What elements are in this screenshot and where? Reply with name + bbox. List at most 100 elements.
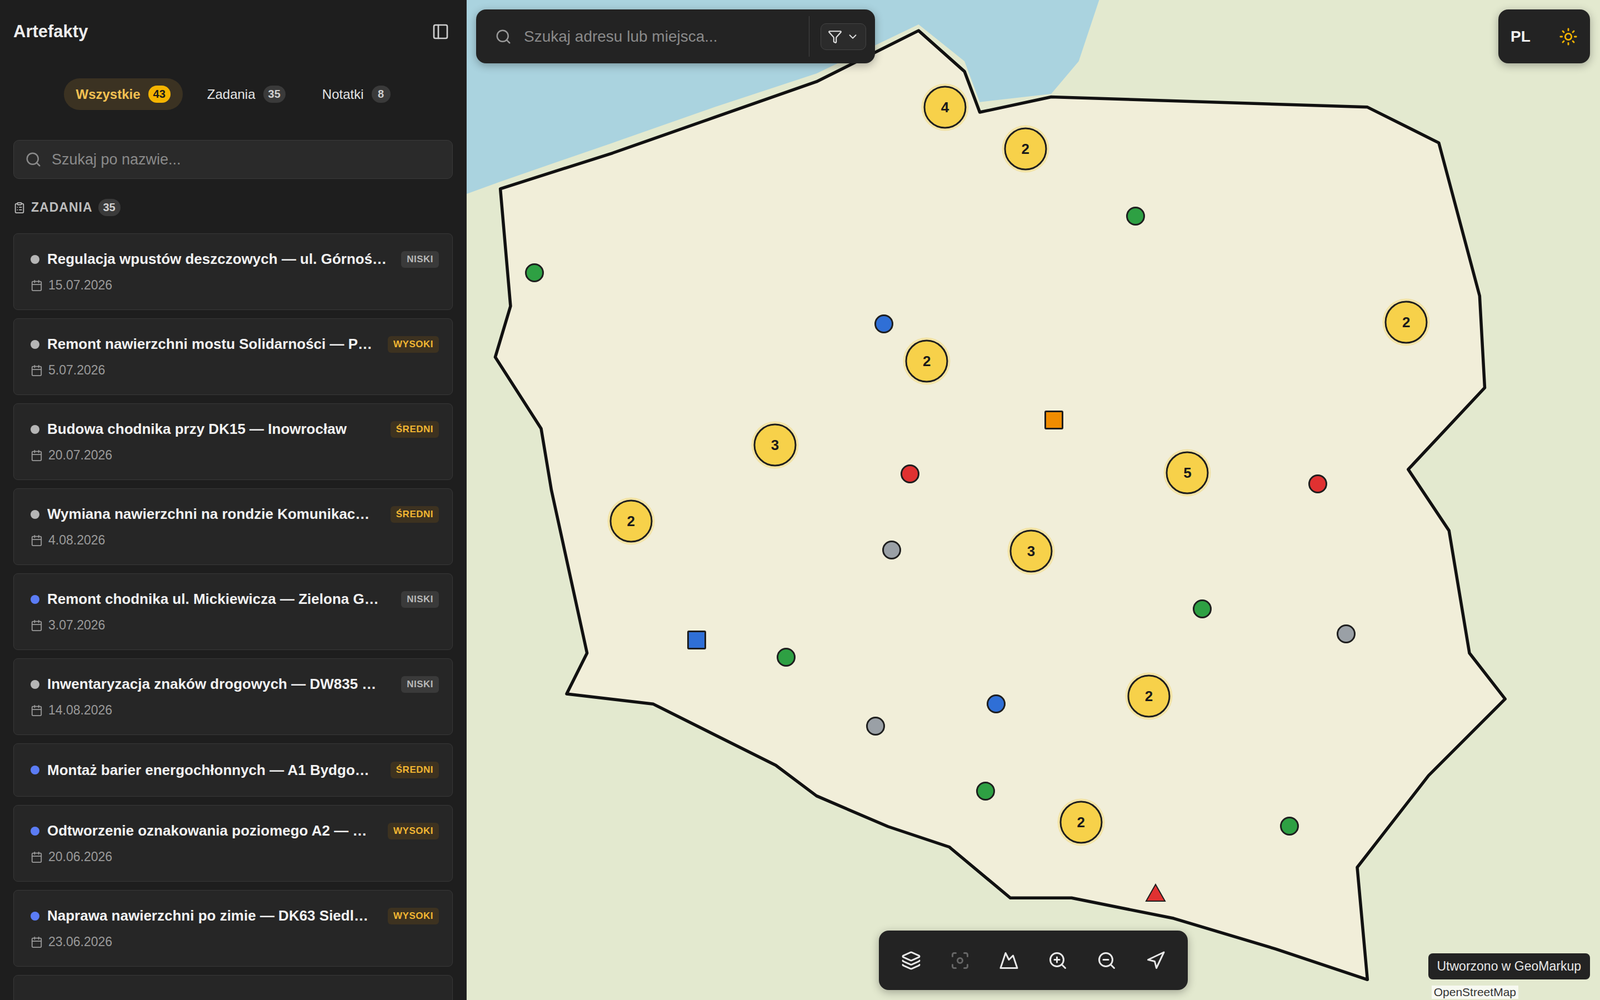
triangle-marker-icon [1145,883,1167,903]
marker-cluster[interactable]: 2 [1003,127,1047,171]
marker-cluster[interactable]: 4 [923,85,967,129]
map-marker[interactable] [1192,599,1212,619]
map-marker[interactable] [525,263,544,283]
marker-cluster[interactable]: 2 [1385,300,1428,344]
task-date-text: 15.07.2026 [48,277,113,293]
task-date: 14.08.2026 [30,702,439,718]
cluster-count: 3 [753,423,797,467]
map-marker[interactable] [1336,624,1356,644]
marker-shape [866,716,885,736]
task-date: 15.07.2026 [30,277,439,293]
map-marker[interactable] [776,647,796,667]
marker-cluster[interactable]: 3 [1009,529,1053,573]
map-marker[interactable] [882,540,902,560]
map-marker[interactable] [976,781,995,801]
task-card[interactable]: Remont nawierzchni mostu Solidarności — … [13,318,453,395]
toolbar-button[interactable] [988,940,1029,981]
map-marker[interactable] [900,464,920,484]
section-count: 35 [98,198,121,217]
toolbar-button[interactable] [1135,940,1176,981]
marker-cluster[interactable]: 2 [609,499,653,543]
map-marker[interactable] [1308,474,1328,494]
collapse-button[interactable] [428,19,453,44]
tab-label: Wszystkie [76,86,141,103]
task-title: Inwentaryzacja znaków drogowych — DW835 … [47,675,394,693]
language-button[interactable]: PL [1510,27,1531,46]
marker-shape [1280,816,1299,836]
name-search-input[interactable] [50,150,442,169]
toolbar-button[interactable] [1086,940,1127,981]
map[interactable]: 4223253222PLUtworzono w GeoMarkupOpenStr… [466,0,1600,1000]
tab-label: Notatki [322,86,364,103]
cluster-count: 5 [1166,451,1209,495]
task-card[interactable]: Remont chodnika ul. Mickiewicza — Zielon… [13,573,453,650]
task-date: 5.07.2026 [30,362,439,378]
task-title-row: Montaż barier energochłonnych — A1 Bydgo… [30,761,439,779]
section-header: ZADANIA35 [13,198,453,217]
clipboard-icon [13,201,26,214]
map-marker[interactable] [986,694,1006,714]
map-marker[interactable] [1145,883,1167,903]
task-card[interactable]: Wymiana nawierzchni na rondzie Komunikac… [13,488,453,565]
language-theme-box: PL [1498,9,1590,64]
task-card[interactable]: Naprawa nawierzchni po zimie — DK63 Sied… [13,890,453,967]
map-credit[interactable]: OpenStreetMap [1431,985,1519,999]
task-title-row: Remont chodnika ul. Mickiewicza — Zielon… [30,590,439,608]
task-date-text: 14.08.2026 [48,702,113,718]
tab-label: Zadania [207,86,256,103]
task-card[interactable]: Montaż barier energochłonnych — A1 Bydgo… [13,743,453,797]
task-title-row: Odtworzenie oznakowania poziomego A2 — …… [30,822,439,840]
calendar-icon [30,851,43,864]
cluster-count: 2 [609,499,653,543]
map-marker[interactable] [1126,206,1145,226]
toolbar-button[interactable] [891,940,932,981]
cluster-count: 2 [1127,674,1171,718]
mountain-icon [998,950,1019,971]
task-date: 20.07.2026 [30,447,439,463]
task-title: Montaż barier energochłonnych — A1 Bydgo… [47,761,383,779]
marker-cluster[interactable]: 2 [905,339,949,383]
search-icon [495,28,512,45]
status-dot [30,765,40,775]
marker-shape [986,694,1006,714]
map-marker[interactable] [687,630,707,650]
map-marker[interactable] [1280,816,1299,836]
search-icon [25,151,42,168]
sun-icon[interactable] [1558,27,1578,47]
tabs: Wszystkie43 Zadania 35 Notatki8 [13,78,453,110]
tab[interactable]: Wszystkie43 [63,78,183,110]
marker-shape [874,314,894,334]
task-card[interactable] [13,975,453,1000]
priority-badge: WYSOKI [387,907,439,925]
task-date-text: 5.07.2026 [48,362,105,378]
map-marker[interactable] [1044,410,1064,430]
map-marker[interactable] [874,314,894,334]
divider [808,16,810,57]
marker-shape [1308,474,1328,494]
map-marker[interactable] [866,716,885,736]
task-title-row: Regulacja wpustów deszczowych — ul. Górn… [30,250,439,268]
task-card[interactable]: Regulacja wpustów deszczowych — ul. Górn… [13,233,453,310]
marker-shape [882,540,902,560]
map-search-input[interactable] [522,27,798,47]
task-card[interactable]: Odtworzenie oznakowania poziomego A2 — …… [13,805,453,882]
marker-cluster[interactable]: 5 [1166,451,1209,495]
task-title-row: Remont nawierzchni mostu Solidarności — … [30,335,439,353]
focus-icon [950,950,970,971]
marker-cluster[interactable]: 2 [1059,800,1103,844]
task-card[interactable]: Budowa chodnika przy DK15 — InowrocławŚR… [13,403,453,480]
marker-cluster[interactable]: 3 [753,423,797,467]
marker-cluster[interactable]: 2 [1127,674,1171,718]
tab-count: 35 [263,85,286,103]
layers-icon [901,950,922,971]
task-card[interactable]: Inwentaryzacja znaków drogowych — DW835 … [13,658,453,735]
toolbar-button[interactable] [1037,940,1078,981]
tab[interactable]: Zadania 35 [195,78,298,110]
priority-badge: NISKI [401,251,439,268]
cluster-count: 2 [905,339,949,383]
priority-badge: ŚREDNI [390,761,439,779]
task-title: Odtworzenie oznakowania poziomego A2 — … [47,822,380,840]
marker-shape [1192,599,1212,619]
filter-button[interactable] [820,23,867,50]
tab[interactable]: Notatki8 [310,78,403,110]
